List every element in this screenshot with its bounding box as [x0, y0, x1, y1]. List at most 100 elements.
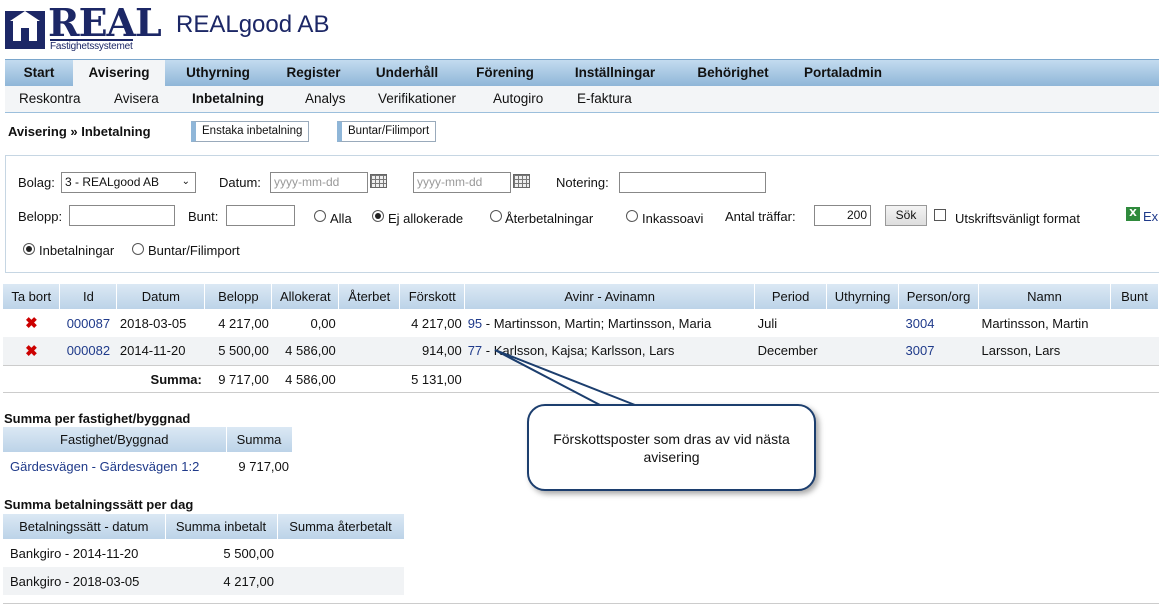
- paid-cell: 5 500,00: [223, 545, 274, 561]
- col-header[interactable]: Person/org: [898, 284, 979, 309]
- date-cell: 2018-03-05: [119, 315, 187, 331]
- subnav-autogiro[interactable]: Autogiro: [493, 86, 543, 112]
- refund-cell: [339, 309, 400, 337]
- col-header: Summa inbetalt: [165, 514, 278, 539]
- datum-label: Datum:: [219, 175, 261, 190]
- period-cell: December: [757, 343, 818, 359]
- search-button[interactable]: Sök: [885, 205, 927, 226]
- allocated-cell: 4 586,00: [285, 343, 336, 359]
- col-header[interactable]: Datum: [116, 284, 206, 309]
- notering-field[interactable]: [619, 172, 766, 193]
- payment-id-link[interactable]: 000087: [67, 316, 110, 331]
- sum-advance: 5 131,00: [399, 364, 465, 393]
- nav-register[interactable]: Register: [271, 60, 356, 86]
- payment-id-link[interactable]: 000082: [67, 343, 110, 358]
- hits-field[interactable]: 200: [814, 205, 871, 226]
- col-header: Fastighet/Byggnad: [3, 427, 227, 452]
- logo-text: REAL: [48, 0, 162, 45]
- advance-cell: 914,00: [421, 343, 462, 359]
- subnav-inbetalning[interactable]: Inbetalning: [192, 86, 264, 112]
- property-summary-table: Fastighet/Byggnad Summa Gärdesvägen - Gä…: [3, 427, 293, 480]
- property-sum: 9 717,00: [238, 458, 289, 474]
- radio-unallocated[interactable]: [372, 210, 384, 222]
- bolag-value: 3 - REALgood AB: [65, 175, 160, 189]
- chevron-down-icon: ⌄: [181, 176, 190, 187]
- radio-all[interactable]: [314, 210, 326, 222]
- export-link[interactable]: Ex: [1143, 209, 1158, 224]
- table-row: Gärdesvägen - Gärdesvägen 1:2 9 717,00: [3, 452, 292, 480]
- property-link[interactable]: Gärdesvägen - Gärdesvägen 1:2: [10, 459, 199, 474]
- radio-refunds[interactable]: [490, 210, 502, 222]
- radio-bundles-label: Buntar/Filimport: [148, 243, 240, 258]
- payment-summary-table: Betalningssätt - datum Summa inbetalt Su…: [3, 514, 405, 595]
- delete-icon[interactable]: ✖: [25, 343, 38, 360]
- paid-cell: 4 217,00: [223, 573, 274, 589]
- excel-icon[interactable]: X: [1126, 207, 1140, 221]
- col-header[interactable]: Återbet: [338, 284, 401, 309]
- amount-cell: 5 500,00: [218, 343, 269, 359]
- refunded-cell: [277, 539, 404, 567]
- sum-label: Summa:: [116, 364, 205, 393]
- payment-summary-title: Summa betalningssätt per dag: [4, 497, 194, 512]
- sub-nav: Reskontra Avisera Inbetalning Analys Ver…: [5, 86, 1159, 113]
- delete-icon[interactable]: ✖: [25, 315, 38, 332]
- col-header[interactable]: Ta bort: [3, 284, 61, 309]
- col-header: Summa återbetalt: [277, 514, 405, 539]
- avinamn-text: - Martinsson, Martin; Martinsson, Maria: [482, 315, 712, 331]
- bunt-cell: [1110, 337, 1158, 365]
- nav-avisering[interactable]: Avisering: [73, 60, 165, 86]
- belopp-field[interactable]: [69, 205, 175, 226]
- table-row: Bankgiro - 2014-11-20 5 500,00: [3, 539, 404, 567]
- radio-debt-label: Inkassoavi: [642, 211, 704, 226]
- nav-forening[interactable]: Förening: [460, 60, 550, 86]
- nav-portaladmin[interactable]: Portaladmin: [791, 60, 895, 86]
- col-header[interactable]: Allokerat: [271, 284, 340, 309]
- subnav-analys[interactable]: Analys: [305, 86, 346, 112]
- date-cell: 2014-11-20: [119, 343, 186, 359]
- calendar-icon[interactable]: [513, 174, 530, 188]
- person-link[interactable]: 3007: [902, 343, 935, 358]
- date-from-field[interactable]: yyyy-mm-dd: [270, 172, 368, 193]
- subnav-avisera[interactable]: Avisera: [114, 86, 159, 112]
- person-link[interactable]: 3004: [902, 316, 935, 331]
- date-to-field[interactable]: yyyy-mm-dd: [413, 172, 511, 193]
- nav-start[interactable]: Start: [5, 60, 73, 86]
- col-header[interactable]: Namn: [978, 284, 1111, 309]
- advance-cell: 4 217,00: [411, 315, 462, 331]
- col-header[interactable]: Avinr - Avinamn: [464, 284, 756, 309]
- calendar-icon[interactable]: [370, 174, 387, 188]
- subnav-efaktura[interactable]: E-faktura: [577, 86, 632, 112]
- radio-debt[interactable]: [626, 210, 638, 222]
- single-payment-button[interactable]: Enstaka inbetalning: [191, 121, 310, 142]
- col-header[interactable]: Belopp: [204, 284, 273, 309]
- company-name: REALgood AB: [176, 11, 330, 38]
- subnav-verifikationer[interactable]: Verifikationer: [378, 86, 456, 112]
- radio-bundles[interactable]: [132, 243, 144, 255]
- sum-allocated: 4 586,00: [271, 364, 339, 393]
- notering-label: Notering:: [556, 175, 609, 190]
- avinr-link[interactable]: 95: [468, 316, 482, 331]
- print-format-checkbox[interactable]: [934, 209, 946, 221]
- bunt-field[interactable]: [226, 205, 295, 226]
- rental-cell: [827, 309, 899, 337]
- bundles-button[interactable]: Buntar/Filimport: [337, 121, 437, 142]
- nav-underhall[interactable]: Underhåll: [361, 60, 453, 86]
- col-header[interactable]: Period: [754, 284, 828, 309]
- radio-payments[interactable]: [23, 243, 35, 255]
- col-header[interactable]: Bunt: [1110, 284, 1159, 309]
- nav-uthyrning[interactable]: Uthyrning: [168, 60, 268, 86]
- col-header[interactable]: Uthyrning: [826, 284, 900, 309]
- nav-behorighet[interactable]: Behörighet: [680, 60, 786, 86]
- logo-house-icon: [5, 11, 45, 49]
- sum-amount: 9 717,00: [204, 364, 272, 393]
- radio-refunds-label: Återbetalningar: [505, 211, 594, 226]
- period-cell: Juli: [757, 315, 778, 331]
- col-header[interactable]: Förskott: [399, 284, 466, 309]
- refunded-cell: [277, 567, 404, 595]
- name-cell: Larsson, Lars: [981, 343, 1061, 359]
- col-header[interactable]: Id: [59, 284, 118, 309]
- subnav-reskontra[interactable]: Reskontra: [19, 86, 81, 112]
- bolag-select[interactable]: 3 - REALgood AB ⌄: [61, 172, 196, 193]
- avinr-cell: 95 - Martinsson, Martin; Martinsson, Mar…: [465, 309, 755, 337]
- nav-installningar[interactable]: Inställningar: [555, 60, 675, 86]
